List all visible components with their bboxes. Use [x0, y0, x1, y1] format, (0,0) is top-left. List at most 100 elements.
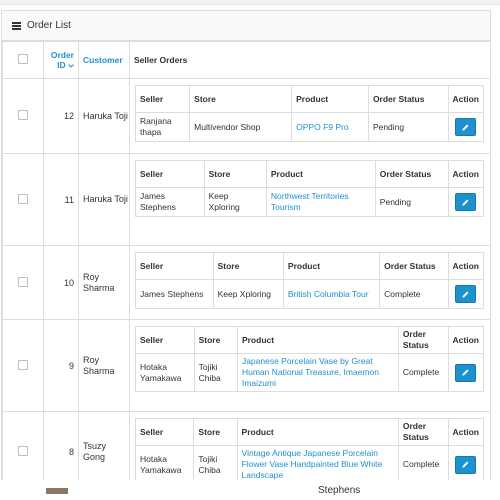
chevron-down-icon [68, 63, 74, 68]
orders-header-row: Order ID Customer Seller Orders [2, 41, 491, 79]
seller-orders-table: Seller Store Product Order Status Action Jame… [135, 252, 485, 309]
product-cell: OPPO F9 Pro [291, 112, 369, 142]
action-col-header: Action [447, 252, 485, 280]
row-select-cell [2, 153, 44, 246]
order-list-panel: Order List Order ID Customer Seller Orde… [1, 10, 491, 492]
seller-orders-table: Seller Store Product Order Status Action Jame… [135, 160, 485, 217]
order-id-cell: 11 [43, 153, 79, 246]
customer-sort-link[interactable]: Customer [83, 55, 123, 65]
order-status-col-header: Order Status [379, 252, 449, 280]
seller-orders-header-row: Seller Store Product Order Status Action [135, 252, 485, 280]
customer-cell: Roy Sharma [78, 319, 130, 412]
product-cell: British Columbia Tour [282, 279, 381, 309]
customer-cell: Haruka Toji [78, 153, 130, 246]
store-cell: Keep Xploring [203, 187, 267, 217]
store-cell: Tojiki Chiba [193, 445, 238, 484]
customer-cell: Roy Sharma [78, 245, 130, 320]
edit-button[interactable] [455, 455, 477, 474]
seller-cell: Ranjana thapa [134, 112, 191, 142]
edit-button[interactable] [455, 193, 477, 211]
seller-col-header: Seller [135, 326, 195, 354]
product-link[interactable]: Vintage Antique Japanese Porcelain Flowe… [242, 448, 383, 480]
product-cell: Japanese Porcelain Vase by Great Human N… [236, 353, 399, 392]
select-all-checkbox[interactable] [18, 54, 28, 64]
action-cell [447, 187, 485, 217]
product-link[interactable]: OPPO F9 Pro [296, 122, 348, 132]
row-checkbox[interactable] [18, 110, 28, 120]
order-id-sort-link[interactable]: Order ID [45, 50, 74, 70]
product-link[interactable]: Japanese Porcelain Vase by Great Human N… [242, 356, 379, 388]
seller-orders-cell: Seller Store Product Order Status Action Hota… [129, 319, 491, 412]
seller-col-header: Seller [135, 160, 205, 188]
product-col-header: Product [265, 160, 376, 188]
order-status-col-header: Order Status [397, 418, 449, 446]
product-cell: Northwest Territories Tourism [265, 187, 376, 217]
order-status-col-header: Order Status [367, 85, 449, 113]
action-col-header: Action [447, 85, 485, 113]
seller-orders-table: Seller Store Product Order Status Action Ranj… [134, 85, 485, 142]
store-cell: Tojiki Chiba [193, 353, 238, 392]
order-row: 12 Haruka Toji Seller Store Product Order Sta… [2, 78, 491, 154]
partial-seller-text: Stephens [318, 485, 361, 496]
seller-order-row: James Stephens Keep Xploring British Colum… [135, 279, 485, 309]
row-checkbox[interactable] [18, 193, 28, 204]
row-select-cell [2, 245, 44, 320]
store-cell: Multivendor Shop [189, 112, 293, 142]
pencil-icon [462, 199, 469, 206]
action-cell [447, 353, 485, 392]
bottom-partial-row [0, 480, 500, 500]
product-col-header: Product [236, 418, 399, 446]
seller-orders-cell: Seller Store Product Order Status Action Jame… [129, 153, 491, 246]
seller-cell: Hotaka Yamakawa [135, 353, 195, 392]
order-row: 10 Roy Sharma Seller Store Product Order Stat… [2, 245, 491, 320]
edit-button[interactable] [455, 363, 477, 382]
seller-cell: Hotaka Yamakawa [134, 445, 195, 484]
order-status-cell: Pending [367, 112, 449, 142]
orders-body: 12 Haruka Toji Seller Store Product Order Sta… [2, 78, 491, 491]
store-col-header: Store [189, 85, 293, 113]
product-link[interactable]: Northwest Territories Tourism [271, 191, 349, 212]
seller-cell: James Stephens [135, 279, 214, 309]
seller-order-row: Hotaka Yamakawa Tojiki Chiba Vintage Antiq… [134, 445, 485, 484]
pencil-icon [462, 124, 469, 131]
panel-heading: Order List [2, 11, 491, 41]
product-thumbnail [46, 488, 68, 494]
store-col-header: Store [193, 326, 238, 354]
action-cell [447, 445, 485, 484]
action-col-header: Action [447, 326, 485, 354]
customer-header[interactable]: Customer [78, 41, 130, 79]
product-link[interactable]: British Columbia Tour [288, 289, 369, 299]
order-row: 11 Haruka Toji Seller Store Product Order Sta… [2, 153, 491, 246]
seller-orders-table: Seller Store Product Order Status Action Hota… [134, 418, 485, 484]
order-id-cell: 9 [43, 319, 79, 412]
orders-table: Order ID Customer Seller Orders 12 Haruka… [2, 41, 491, 491]
seller-order-row: Hotaka Yamakawa Tojiki Chiba Japanese Porc… [135, 353, 485, 392]
pencil-icon [462, 291, 469, 298]
edit-button[interactable] [455, 285, 477, 303]
store-col-header: Store [203, 160, 267, 188]
row-checkbox[interactable] [18, 359, 28, 370]
seller-orders-cell: Seller Store Product Order Status Action Jame… [129, 245, 491, 320]
order-status-cell: Complete [397, 445, 449, 484]
seller-order-row: Ranjana thapa Multivendor Shop OPPO F9 Pro… [134, 112, 485, 142]
seller-orders-header-row: Seller Store Product Order Status Action [134, 85, 485, 113]
row-checkbox[interactable] [18, 445, 28, 456]
row-checkbox[interactable] [18, 276, 28, 287]
order-status-col-header: Order Status [397, 326, 449, 354]
order-row: 9 Roy Sharma Seller Store Product Order Statu… [2, 319, 491, 412]
order-id-header[interactable]: Order ID [43, 41, 79, 79]
seller-orders-header: Seller Orders [129, 41, 491, 79]
seller-col-header: Seller [134, 85, 191, 113]
list-icon [12, 21, 21, 30]
order-status-cell: Complete [397, 353, 449, 392]
seller-col-header: Seller [134, 418, 195, 446]
edit-button[interactable] [455, 118, 477, 136]
store-cell: Keep Xploring [212, 279, 284, 309]
product-col-header: Product [282, 252, 381, 280]
order-status-cell: Complete [379, 279, 449, 309]
seller-orders-cell: Seller Store Product Order Status Action Ranj… [129, 78, 491, 154]
seller-orders-header-row: Seller Store Product Order Status Action [134, 418, 485, 446]
store-col-header: Store [212, 252, 284, 280]
action-cell [447, 279, 485, 309]
row-select-cell [2, 78, 44, 154]
